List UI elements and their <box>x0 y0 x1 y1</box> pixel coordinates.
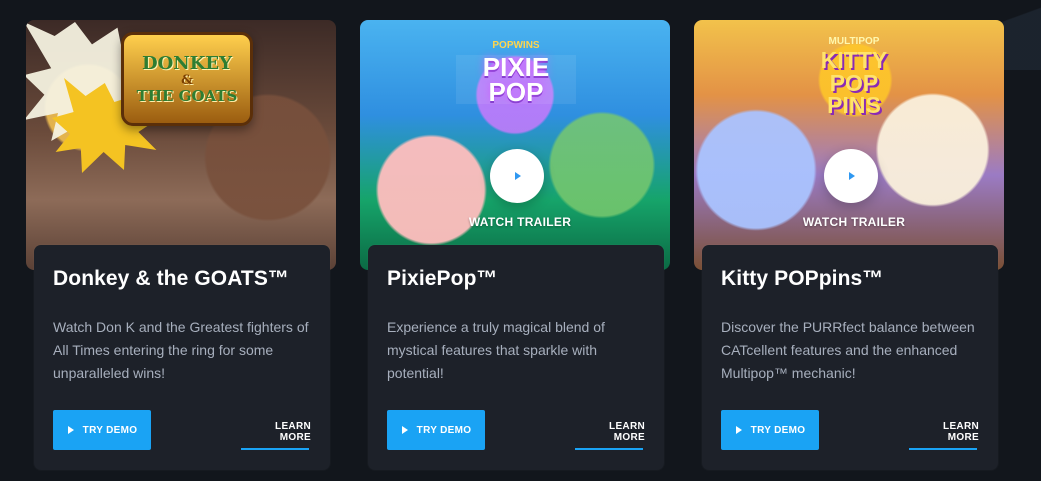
card-info-panel: Kitty POPpins™ Discover the PURRfect bal… <box>702 245 998 470</box>
play-icon <box>401 426 408 434</box>
game-card-kitty-poppins: MULTIPOP KITTY POP PINS WATCH TRAILER Ki… <box>694 20 1004 470</box>
game-logo: DONKEY & THE GOATS <box>121 32 253 126</box>
play-icon[interactable] <box>824 149 878 203</box>
card-description: Discover the PURRfect balance between CA… <box>721 319 975 381</box>
game-logo: POPWINS PIXIE POP <box>456 40 576 112</box>
logo-line-2: & <box>181 72 193 88</box>
logo-title-line-1: PIXIE <box>456 54 576 80</box>
logo-title-line-3: PINS <box>827 92 881 119</box>
card-title: PixiePop™ <box>387 267 498 290</box>
watch-trailer-label[interactable]: WATCH TRAILER <box>799 215 909 229</box>
learn-more-underline <box>241 448 309 450</box>
learn-more-link[interactable]: LEARN MORE <box>575 421 645 443</box>
logo-line-3: THE GOATS <box>136 86 238 105</box>
play-icon[interactable] <box>490 149 544 203</box>
logo-title-line-1: KITTY <box>820 47 888 73</box>
game-logo: MULTIPOP KITTY POP PINS <box>802 36 906 120</box>
play-icon <box>67 426 74 434</box>
try-demo-label: TRY DEMO <box>82 424 138 436</box>
game-card-donkey-goats: DONKEY & THE GOATS Donkey & the GOATS™ W… <box>26 20 336 470</box>
learn-more-underline <box>909 448 977 450</box>
learn-more-link[interactable]: LEARN MORE <box>909 421 979 443</box>
game-thumbnail[interactable]: DONKEY & THE GOATS <box>26 20 336 270</box>
learn-more-underline <box>575 448 643 450</box>
game-thumbnail[interactable]: POPWINS PIXIE POP WATCH TRAILER <box>360 20 670 270</box>
learn-more-link[interactable]: LEARN MORE <box>241 421 311 443</box>
logo-subtitle: MULTIPOP <box>828 36 880 47</box>
logo-title-line-2: POP <box>456 79 576 105</box>
card-title: Kitty POPpins™ <box>721 267 884 290</box>
try-demo-button[interactable]: TRY DEMO <box>387 410 485 450</box>
watch-trailer-label[interactable]: WATCH TRAILER <box>465 215 575 229</box>
logo-title-line-2: POP <box>829 69 879 96</box>
game-thumbnail[interactable]: MULTIPOP KITTY POP PINS WATCH TRAILER <box>694 20 1004 270</box>
game-card-pixiepop: POPWINS PIXIE POP WATCH TRAILER PixiePop… <box>360 20 670 470</box>
try-demo-label: TRY DEMO <box>750 424 806 436</box>
try-demo-label: TRY DEMO <box>416 424 472 436</box>
logo-line-1: DONKEY <box>142 52 232 74</box>
logo-subtitle: POPWINS <box>492 40 540 51</box>
try-demo-button[interactable]: TRY DEMO <box>53 410 151 450</box>
play-icon <box>735 426 742 434</box>
card-info-panel: PixiePop™ Experience a truly magical ble… <box>368 245 664 470</box>
card-info-panel: Donkey & the GOATS™ Watch Don K and the … <box>34 245 330 470</box>
card-description: Watch Don K and the Greatest fighters of… <box>53 319 309 381</box>
card-description: Experience a truly magical blend of myst… <box>387 319 605 381</box>
try-demo-button[interactable]: TRY DEMO <box>721 410 819 450</box>
card-title: Donkey & the GOATS™ <box>53 267 290 290</box>
